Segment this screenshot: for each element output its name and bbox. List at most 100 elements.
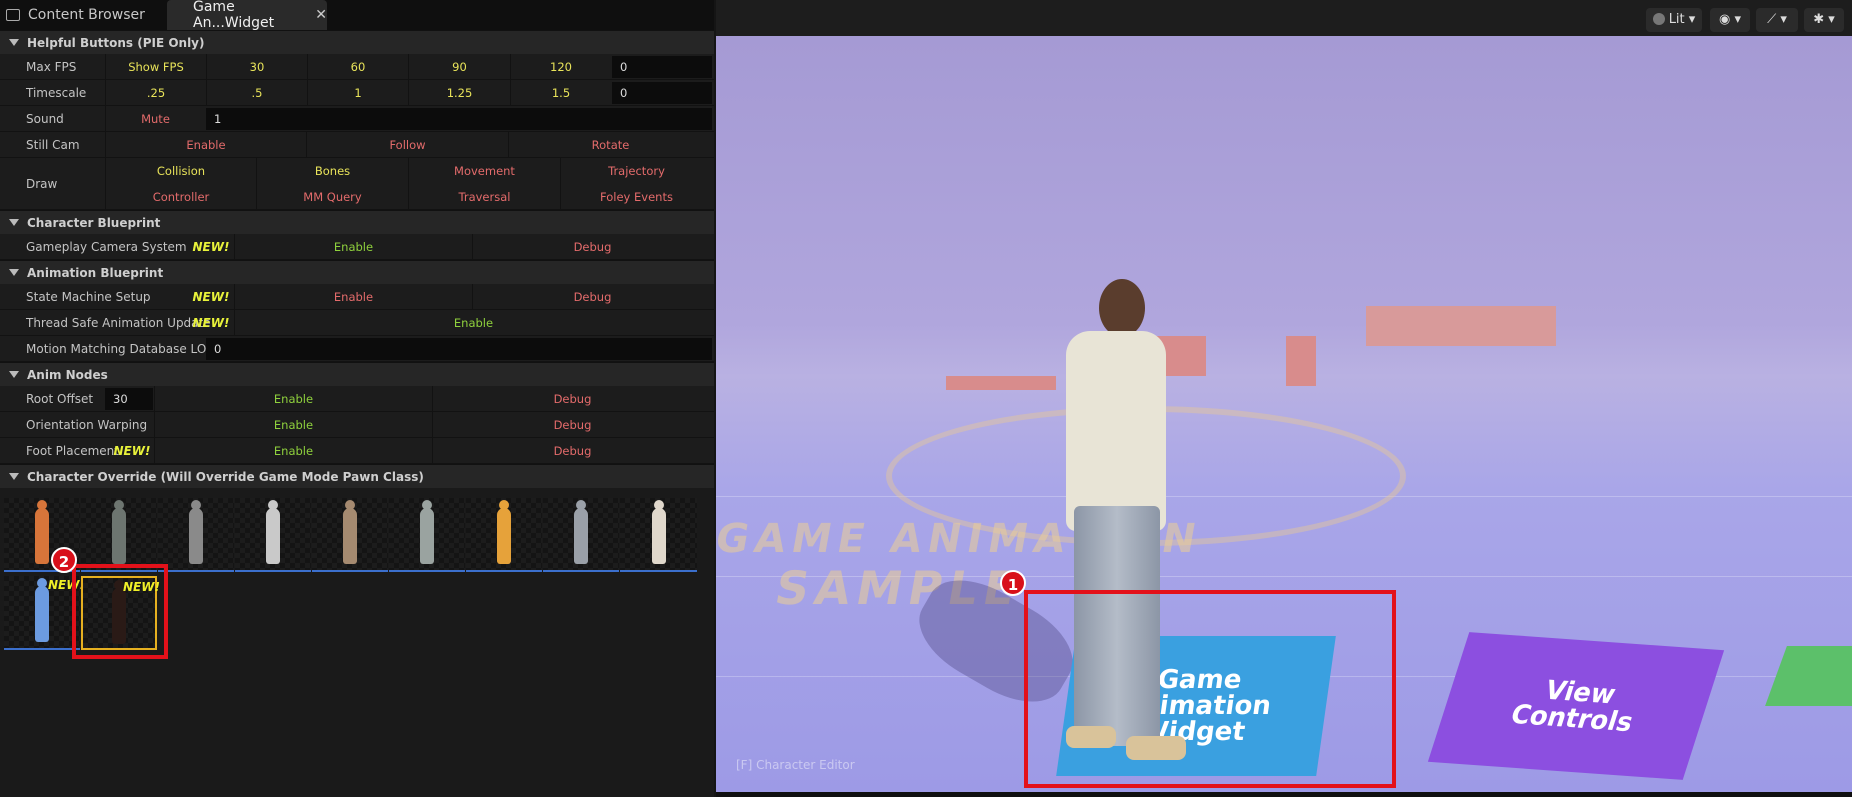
fps-60-button[interactable]: 60 — [307, 54, 408, 80]
timescale-05-button[interactable]: .5 — [206, 80, 307, 106]
fps-30-button[interactable]: 30 — [206, 54, 307, 80]
timescale-025-button[interactable]: .25 — [105, 80, 206, 106]
tab-content-browser[interactable]: Content Browser — [6, 0, 145, 30]
draw-trajectory-button[interactable]: Trajectory — [560, 158, 712, 184]
section-title: Character Blueprint — [27, 215, 161, 230]
distance-block — [1286, 336, 1316, 386]
viewport-toolbar: Lit ▾ ◉ ▾ ⟋ ▾ ✱ ▾ — [716, 0, 1852, 36]
gear-icon: ✱ — [1813, 12, 1825, 27]
collapse-arrow-icon[interactable] — [9, 371, 19, 378]
timescale-1-button[interactable]: 1 — [307, 80, 408, 106]
section-character-blueprint[interactable]: Character Blueprint — [0, 210, 714, 234]
draw-traversal-button[interactable]: Traversal — [408, 184, 560, 210]
still-cam-enable-button[interactable]: Enable — [105, 132, 306, 158]
character-thumbnail[interactable] — [620, 498, 697, 572]
draw-movement-button[interactable]: Movement — [408, 158, 560, 184]
character-thumbnail[interactable] — [158, 498, 234, 572]
character-thumbnail[interactable] — [235, 498, 311, 572]
content-browser-icon — [6, 9, 20, 21]
row-label: Max FPS — [26, 60, 77, 74]
draw-collision-button[interactable]: Collision — [105, 158, 256, 184]
draw-controller-button[interactable]: Controller — [105, 184, 256, 210]
character-thumbnail[interactable] — [81, 498, 157, 572]
draw-mm-query-button[interactable]: MM Query — [256, 184, 408, 210]
close-icon[interactable]: ✕ — [315, 7, 327, 23]
collapse-arrow-icon[interactable] — [9, 219, 19, 226]
row-label: Foot Placement — [26, 444, 119, 458]
character-figure-icon — [497, 500, 511, 564]
still-cam-follow-button[interactable]: Follow — [306, 132, 508, 158]
fps-120-button[interactable]: 120 — [510, 54, 611, 80]
distance-block — [946, 376, 1056, 390]
character-figure-icon — [35, 500, 49, 564]
character-head — [1099, 279, 1145, 337]
collapse-arrow-icon[interactable] — [9, 269, 19, 276]
row-label: Timescale — [26, 86, 87, 100]
section-helpful-buttons[interactable]: Helpful Buttons (PIE Only) — [0, 30, 714, 54]
row-state-machine: State Machine Setup NEW! Enable Debug — [0, 284, 714, 310]
row-label: Orientation Warping — [26, 418, 148, 432]
timescale-input[interactable]: 0 — [612, 82, 712, 104]
timescale-15-button[interactable]: 1.5 — [510, 80, 611, 106]
section-character-override[interactable]: Character Override (Will Override Game M… — [0, 464, 714, 488]
sound-input[interactable]: 1 — [206, 108, 712, 130]
row-label: State Machine Setup — [26, 290, 151, 304]
root-offset-debug-button[interactable]: Debug — [432, 386, 712, 412]
row-label: Sound — [26, 112, 64, 126]
settings-button[interactable]: ✱ ▾ — [1804, 8, 1844, 32]
lit-mode-button[interactable]: Lit ▾ — [1646, 8, 1702, 32]
character-figure-icon — [112, 500, 126, 564]
new-badge: NEW! — [192, 290, 230, 304]
max-fps-input[interactable]: 0 — [612, 56, 712, 78]
viewport-hint: [F] Character Editor — [736, 758, 855, 772]
row-root-offset: Root Offset 30 Enable Debug — [0, 386, 714, 412]
new-badge: NEW! — [192, 240, 230, 254]
orientation-enable-button[interactable]: Enable — [154, 412, 432, 438]
eye-icon: ◉ — [1718, 12, 1731, 27]
show-fps-button[interactable]: Show FPS — [105, 54, 206, 80]
state-machine-debug-button[interactable]: Debug — [472, 284, 712, 310]
draw-foley-events-button[interactable]: Foley Events — [560, 184, 712, 210]
gameplay-camera-debug-button[interactable]: Debug — [472, 234, 712, 260]
root-offset-enable-button[interactable]: Enable — [154, 386, 432, 412]
root-offset-input[interactable]: 30 — [105, 388, 153, 410]
realtime-button[interactable]: ⟋ ▾ — [1756, 8, 1798, 32]
foot-placement-enable-button[interactable]: Enable — [154, 438, 432, 464]
mute-button[interactable]: Mute — [105, 106, 205, 132]
foot-placement-debug-button[interactable]: Debug — [432, 438, 712, 464]
pad-view-controls[interactable]: View Controls — [1427, 632, 1725, 780]
fps-90-button[interactable]: 90 — [408, 54, 510, 80]
orientation-debug-button[interactable]: Debug — [432, 412, 712, 438]
character-thumbnail[interactable]: NEW! — [4, 576, 85, 650]
section-animation-blueprint[interactable]: Animation Blueprint — [0, 260, 714, 284]
row-orientation-warping: Orientation Warping Enable Debug — [0, 412, 714, 438]
character-thumbnail[interactable] — [466, 498, 542, 572]
timescale-125-button[interactable]: 1.25 — [408, 80, 510, 106]
details-panel: Content Browser Game An...Widget ✕ Helpf… — [0, 0, 714, 797]
collapse-arrow-icon[interactable] — [9, 39, 19, 46]
pad-green[interactable] — [1765, 646, 1852, 706]
draw-bones-button[interactable]: Bones — [256, 158, 408, 184]
thread-safe-enable-button[interactable]: Enable — [234, 310, 712, 336]
collapse-arrow-icon[interactable] — [9, 473, 19, 480]
row-label: Still Cam — [26, 138, 80, 152]
show-flags-button[interactable]: ◉ ▾ — [1710, 8, 1750, 32]
section-title: Helpful Buttons (PIE Only) — [27, 35, 205, 50]
section-anim-nodes[interactable]: Anim Nodes — [0, 362, 714, 386]
character-thumbnail[interactable] — [543, 498, 619, 572]
character-thumbnail[interactable] — [389, 498, 465, 572]
mm-database-lod-input[interactable]: 0 — [206, 338, 712, 360]
gameplay-camera-enable-button[interactable]: Enable — [234, 234, 472, 260]
realtime-icon: ⟋ — [1767, 12, 1777, 27]
section-title: Animation Blueprint — [27, 265, 164, 280]
still-cam-rotate-button[interactable]: Rotate — [508, 132, 712, 158]
lit-label: Lit — [1668, 12, 1685, 27]
viewport[interactable]: Lit ▾ ◉ ▾ ⟋ ▾ ✱ ▾ GAME ANIMATION SAMPLE … — [716, 0, 1852, 797]
character-thumbnail[interactable] — [312, 498, 388, 572]
character-figure-icon — [343, 500, 357, 564]
row-label: Root Offset — [26, 392, 94, 406]
state-machine-enable-button[interactable]: Enable — [234, 284, 472, 310]
character-figure-icon — [266, 500, 280, 564]
tab-label: Content Browser — [28, 7, 145, 23]
tab-game-animation-widget[interactable]: Game An...Widget ✕ — [167, 0, 327, 31]
